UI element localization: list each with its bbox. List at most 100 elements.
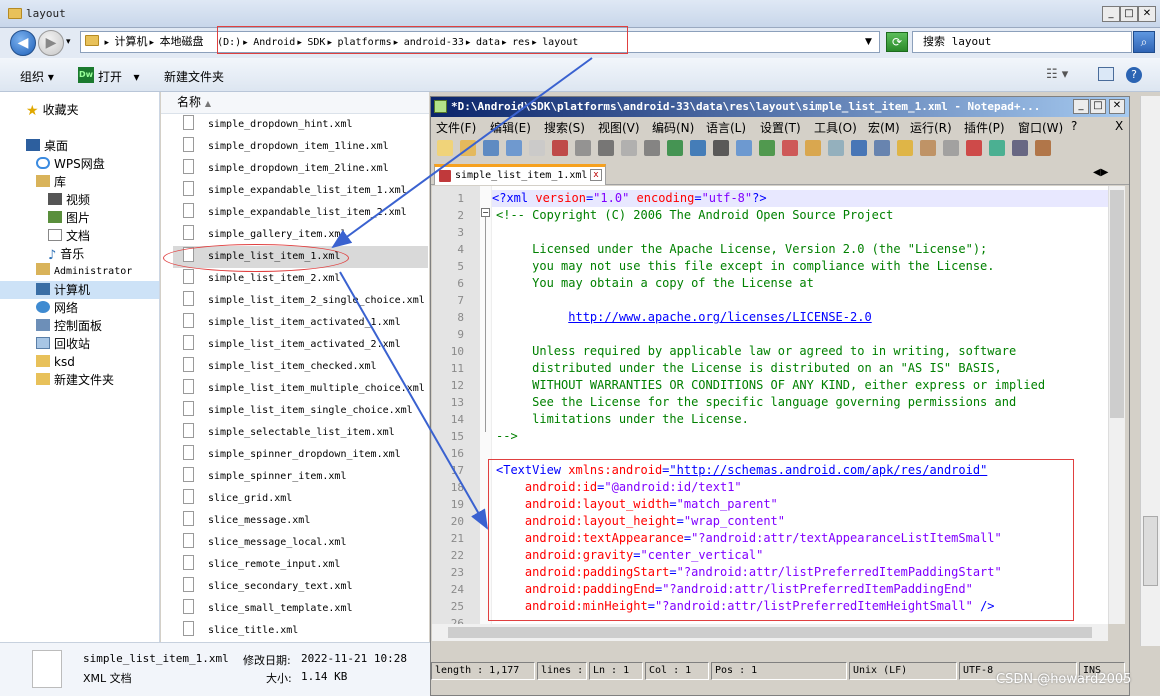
- toolbar-icon[interactable]: [644, 140, 660, 156]
- nav-library[interactable]: 库: [0, 173, 159, 191]
- file-row[interactable]: simple_dropdown_item_2line.xml: [173, 158, 428, 180]
- explorer-scrollbar[interactable]: [1140, 96, 1160, 646]
- maximize-button[interactable]: □: [1120, 6, 1138, 22]
- editor-vertical-scrollbar[interactable]: [1108, 186, 1125, 624]
- scroll-thumb[interactable]: [1143, 516, 1158, 586]
- tab-close-icon[interactable]: x: [590, 169, 602, 181]
- toolbar-icon[interactable]: [529, 140, 545, 156]
- menu-item[interactable]: 编码(N): [652, 119, 694, 136]
- menu-item[interactable]: 搜索(S): [544, 119, 585, 136]
- menu-item[interactable]: 窗口(W): [1018, 119, 1063, 136]
- nav-favorites[interactable]: ★ 收藏夹: [0, 101, 159, 119]
- toolbar-icon[interactable]: [943, 140, 959, 156]
- nav-pictures[interactable]: 图片: [0, 209, 159, 227]
- toolbar-icon[interactable]: [621, 140, 637, 156]
- file-row[interactable]: simple_list_item_2.xml: [173, 268, 428, 290]
- toolbar-icon[interactable]: [506, 140, 522, 156]
- file-row[interactable]: simple_list_item_2_single_choice.xml: [173, 290, 428, 312]
- file-row[interactable]: slice_remote_input.xml: [173, 554, 428, 576]
- toolbar-icon[interactable]: [805, 140, 821, 156]
- file-row[interactable]: simple_list_item_checked.xml: [173, 356, 428, 378]
- file-row[interactable]: slice_message.xml: [173, 510, 428, 532]
- npp-minimize-button[interactable]: _: [1073, 99, 1089, 114]
- toolbar-icon[interactable]: [736, 140, 752, 156]
- toolbar-icon[interactable]: [851, 140, 867, 156]
- toolbar-icon[interactable]: [759, 140, 775, 156]
- file-row[interactable]: slice_small_template.xml: [173, 598, 428, 620]
- toolbar-icon[interactable]: [575, 140, 591, 156]
- preview-pane-icon[interactable]: [1098, 67, 1114, 81]
- breadcrumb-local-disk[interactable]: 本地磁盘: [160, 35, 204, 48]
- refresh-button[interactable]: ⟳: [886, 32, 908, 52]
- toolbar-icon[interactable]: [874, 140, 890, 156]
- toolbar-icon[interactable]: [989, 140, 1005, 156]
- file-row[interactable]: simple_list_item_activated_1.xml: [173, 312, 428, 334]
- toolbar-icon[interactable]: [552, 140, 568, 156]
- editor-hscroll-thumb[interactable]: [448, 627, 1092, 638]
- address-dropdown-icon[interactable]: ▼: [865, 32, 872, 52]
- menu-item[interactable]: 宏(M): [868, 119, 900, 136]
- back-button[interactable]: ◀: [10, 30, 36, 56]
- file-row[interactable]: simple_list_item_activated_2.xml: [173, 334, 428, 356]
- nav-documents[interactable]: 文档: [0, 227, 159, 245]
- tab-simple-list-item-1[interactable]: simple_list_item_1.xml x: [434, 164, 606, 185]
- toolbar-icon[interactable]: [920, 140, 936, 156]
- toolbar-icon[interactable]: [437, 140, 453, 156]
- recent-dropdown-icon[interactable]: ▾: [66, 37, 71, 47]
- menu-item[interactable]: 运行(R): [910, 119, 952, 136]
- file-row[interactable]: simple_gallery_item.xml: [173, 224, 428, 246]
- nav-new-folder[interactable]: 新建文件夹: [0, 371, 159, 389]
- toolbar-icon[interactable]: [690, 140, 706, 156]
- toolbar-icon[interactable]: [966, 140, 982, 156]
- npp-maximize-button[interactable]: □: [1090, 99, 1106, 114]
- toolbar-icon[interactable]: [483, 140, 499, 156]
- nav-videos[interactable]: 视频: [0, 191, 159, 209]
- file-row[interactable]: simple_list_item_multiple_choice.xml: [173, 378, 428, 400]
- editor-horizontal-scrollbar[interactable]: [432, 624, 1108, 641]
- new-folder-button[interactable]: 新建文件夹: [164, 68, 224, 85]
- nav-wps[interactable]: WPS网盘: [0, 155, 159, 173]
- menu-item[interactable]: 设置(T): [760, 119, 801, 136]
- file-row[interactable]: slice_secondary_text.xml: [173, 576, 428, 598]
- toolbar-icon[interactable]: [1035, 140, 1051, 156]
- file-row[interactable]: slice_grid.xml: [173, 488, 428, 510]
- menu-item[interactable]: ?: [1071, 119, 1077, 133]
- search-icon[interactable]: ⌕: [1133, 31, 1155, 53]
- nav-control-panel[interactable]: 控制面板: [0, 317, 159, 335]
- search-input[interactable]: 搜索 layout: [912, 31, 1132, 53]
- toolbar-icon[interactable]: [667, 140, 683, 156]
- editor-scroll-thumb[interactable]: [1110, 190, 1124, 418]
- nav-desktop[interactable]: 桌面: [0, 137, 159, 155]
- help-icon[interactable]: ?: [1126, 67, 1142, 83]
- file-row[interactable]: simple_expandable_list_item_2.xml: [173, 202, 428, 224]
- toolbar-icon[interactable]: [460, 140, 476, 156]
- toolbar-icon[interactable]: [1012, 140, 1028, 156]
- file-row[interactable]: simple_selectable_list_item.xml: [173, 422, 428, 444]
- menu-item[interactable]: 语言(L): [706, 119, 746, 136]
- file-row[interactable]: simple_spinner_item.xml: [173, 466, 428, 488]
- breadcrumb-computer[interactable]: 计算机: [115, 35, 148, 48]
- close-button[interactable]: ✕: [1138, 6, 1156, 22]
- file-row[interactable]: simple_dropdown_item_1line.xml: [173, 136, 428, 158]
- toolbar-icon[interactable]: [598, 140, 614, 156]
- nav-recycle-bin[interactable]: 回收站: [0, 335, 159, 353]
- open-button[interactable]: 打开 ▾: [98, 68, 139, 85]
- file-row[interactable]: simple_expandable_list_item_1.xml: [173, 180, 428, 202]
- organize-menu[interactable]: 组织 ▾: [20, 68, 54, 85]
- file-row[interactable]: slice_title.xml: [173, 620, 428, 642]
- menu-item[interactable]: 工具(O): [814, 119, 857, 136]
- fold-toggle-icon[interactable]: −: [481, 208, 490, 217]
- npp-close-button[interactable]: ✕: [1109, 99, 1125, 114]
- menu-item[interactable]: 文件(F): [436, 119, 476, 136]
- forward-button[interactable]: ▶: [38, 30, 64, 56]
- nav-administrator[interactable]: Administrator: [0, 263, 159, 281]
- file-row[interactable]: slice_message_local.xml: [173, 532, 428, 554]
- toolbar-icon[interactable]: [713, 140, 729, 156]
- npp-doc-close-icon[interactable]: X: [1115, 119, 1123, 133]
- toolbar-icon[interactable]: [828, 140, 844, 156]
- column-header-name[interactable]: 名称 ▲: [161, 92, 429, 114]
- file-row[interactable]: simple_spinner_dropdown_item.xml: [173, 444, 428, 466]
- toolbar-icon[interactable]: [782, 140, 798, 156]
- view-options-icon[interactable]: ☷ ▾: [1046, 67, 1068, 82]
- nav-music[interactable]: ♪ 音乐: [0, 245, 159, 263]
